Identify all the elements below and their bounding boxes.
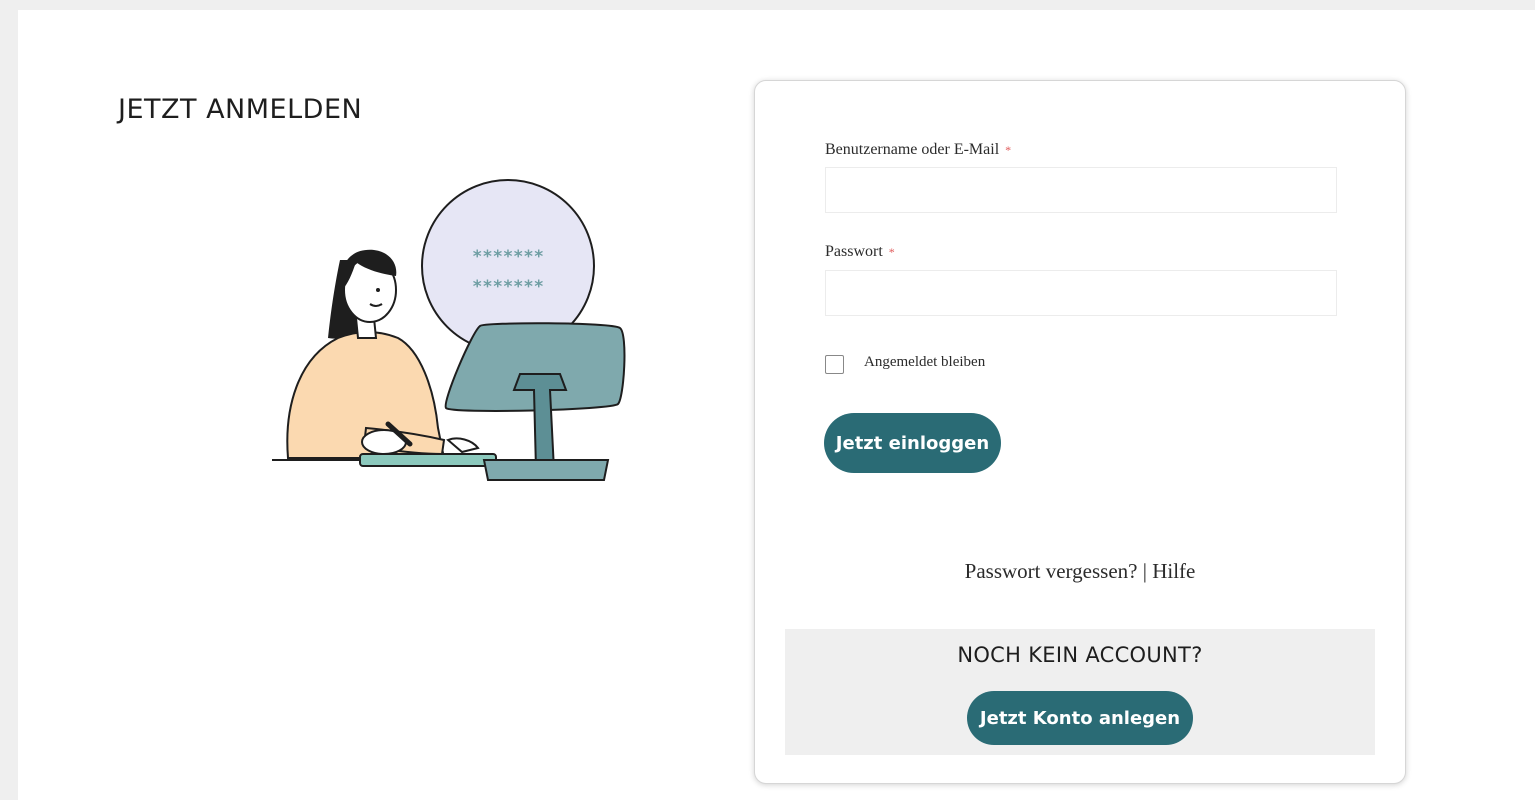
links-separator: |	[1137, 559, 1153, 583]
register-heading: NOCH KEIN ACCOUNT?	[957, 643, 1203, 667]
login-illustration: ******* *******	[272, 179, 626, 481]
password-label-text: Passwort	[825, 243, 883, 260]
forgot-password-link[interactable]: Passwort vergessen?	[965, 559, 1138, 583]
remember-me-row: Angemeldet bleiben	[825, 351, 985, 374]
username-label: Benutzername oder E-Mail *	[825, 141, 1011, 159]
create-account-button[interactable]: Jetzt Konto anlegen	[967, 691, 1193, 745]
password-mask-line-2: *******	[472, 277, 544, 297]
remember-me-checkbox[interactable]	[825, 355, 844, 374]
username-label-text: Benutzername oder E-Mail	[825, 141, 1000, 158]
password-label: Passwort *	[825, 243, 895, 261]
username-input[interactable]	[825, 167, 1337, 213]
page-container: JETZT ANMELDEN ******* ******* Benutzern…	[18, 10, 1535, 800]
page-title: JETZT ANMELDEN	[118, 94, 363, 125]
password-mask-line-1: *******	[472, 247, 544, 267]
password-input[interactable]	[825, 270, 1337, 316]
remember-me-label[interactable]: Angemeldet bleiben	[864, 354, 985, 371]
drawing-tablet	[359, 453, 497, 467]
password-required-mark: *	[888, 245, 895, 259]
register-panel: NOCH KEIN ACCOUNT? Jetzt Konto anlegen	[785, 629, 1375, 755]
login-button[interactable]: Jetzt einloggen	[824, 413, 1001, 473]
woman-figure	[286, 249, 446, 459]
help-links: Passwort vergessen? | Hilfe	[755, 559, 1405, 584]
username-required-mark: *	[1005, 143, 1012, 157]
login-card: Benutzername oder E-Mail * Passwort * Ange…	[754, 80, 1406, 784]
help-link[interactable]: Hilfe	[1152, 559, 1195, 583]
